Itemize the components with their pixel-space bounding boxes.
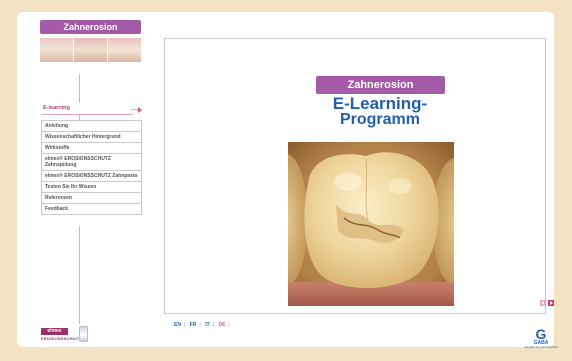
- sidebar-item-feedback[interactable]: Feedback: [41, 203, 142, 215]
- content-panel: Zahnerosion E-Learning- Programm EN | FR…: [164, 38, 546, 328]
- sidebar-menu: Anleitung Wissenschaftlicher Hintergrund…: [41, 120, 142, 215]
- lang-separator: |: [228, 322, 230, 328]
- tooth-thumbnail: [40, 38, 73, 62]
- tooth-thumbnail: [74, 38, 107, 62]
- tooth-thumbnail: [108, 38, 141, 62]
- app-frame: Zahnerosion E-learning Anleitung Wissens…: [17, 12, 558, 349]
- tooth-photo: [288, 142, 454, 306]
- sidebar-title: Zahnerosion: [40, 20, 141, 34]
- erosionsschutz-text: EROSIONSSCHUTZ: [41, 336, 82, 341]
- lang-fr-link[interactable]: FR: [187, 322, 200, 328]
- tooth-photo-image: [288, 142, 454, 306]
- active-arrow-icon: [138, 107, 142, 113]
- sidebar-item-hintergrund[interactable]: Wissenschaftlicher Hintergrund: [41, 131, 142, 142]
- elmex-brand: elmex EROSIONSSCHUTZ: [41, 326, 141, 344]
- page-title: E-Learning- Programm: [285, 95, 475, 128]
- elmex-logo: elmex: [41, 328, 68, 335]
- page-title-line2: Programm: [339, 111, 421, 128]
- lang-separator: |: [212, 322, 215, 328]
- language-bar: EN | FR | IT | DE |: [171, 322, 230, 328]
- lang-de-link[interactable]: DE: [215, 322, 228, 328]
- tooth-thumbnails: [40, 38, 141, 62]
- page-navigation: [540, 300, 554, 306]
- sidebar-item-wirkstoffe[interactable]: Wirkstoffe: [41, 142, 142, 153]
- product-tube-icon: [79, 326, 88, 342]
- sidebar-item-elearning[interactable]: E-learning: [41, 103, 133, 115]
- previous-page-button[interactable]: [540, 300, 546, 306]
- page-title-line1: E-Learning-: [332, 94, 428, 113]
- sidebar-item-anleitung[interactable]: Anleitung: [41, 120, 142, 131]
- gaba-g-icon: G: [535, 326, 547, 342]
- gaba-logo: G GABA Spezialist für orale Prävention: [519, 326, 563, 349]
- lang-separator: |: [183, 322, 186, 328]
- sidebar: Zahnerosion E-learning Anleitung Wissens…: [17, 12, 147, 347]
- sidebar-item-referenzen[interactable]: Referenzen: [41, 192, 142, 203]
- nav-connector-line: [79, 74, 80, 103]
- main-badge: Zahnerosion: [316, 76, 445, 94]
- sidebar-item-zahnpasta[interactable]: elmex® EROSIONSSCHUTZ Zahnpasta: [41, 170, 142, 181]
- lang-separator: |: [199, 322, 201, 328]
- sidebar-item-testen[interactable]: Testen Sie Ihr Wissen: [41, 181, 142, 192]
- next-page-button[interactable]: [548, 300, 554, 306]
- gaba-tagline: Spezialist für orale Prävention: [524, 346, 558, 349]
- sidebar-item-zahnspuelung[interactable]: elmex® EROSIONSSCHUTZ Zahnspülung: [41, 153, 142, 170]
- lang-en-link[interactable]: EN: [171, 322, 184, 328]
- lang-it-link[interactable]: IT: [202, 322, 212, 328]
- nav-connector-line: [79, 226, 80, 324]
